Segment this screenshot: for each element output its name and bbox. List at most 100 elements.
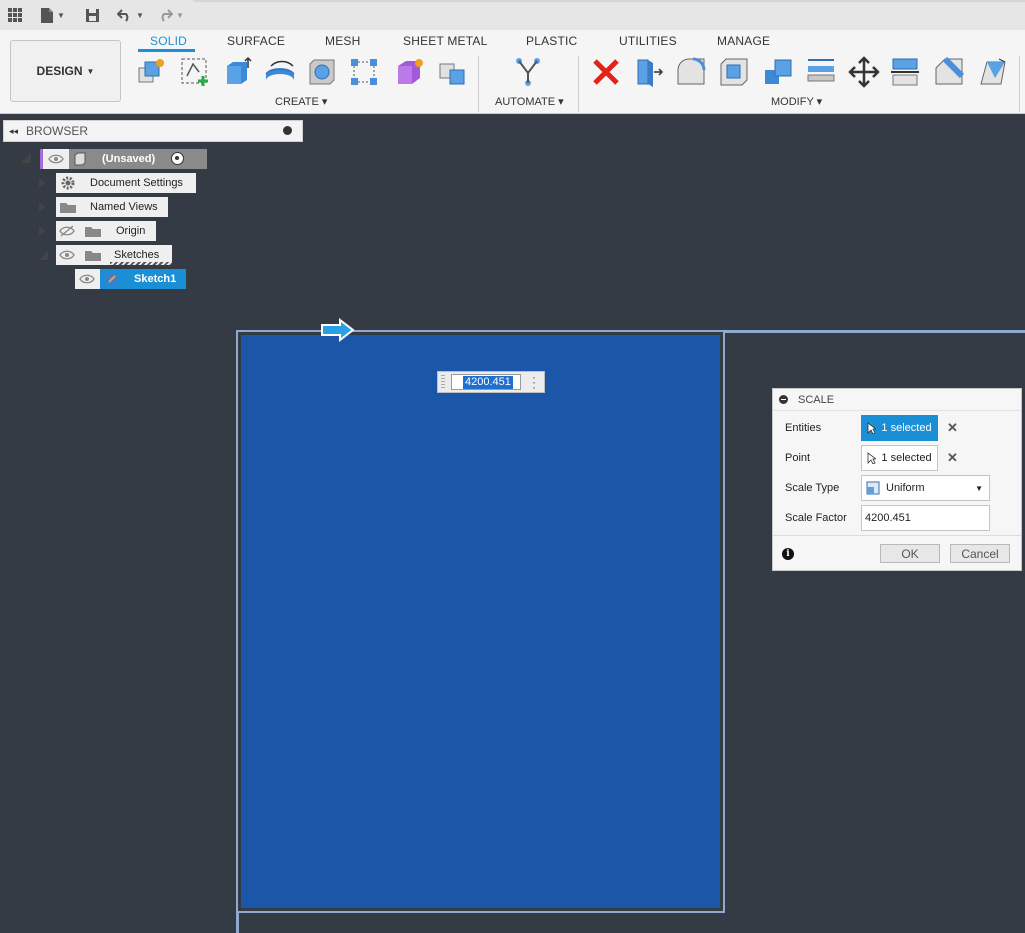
draft-button[interactable] (974, 54, 1012, 90)
revolve-icon (265, 60, 295, 80)
expand-triangle-icon[interactable] (39, 202, 46, 212)
undo-button[interactable]: ▼ (117, 4, 144, 26)
folder-icon (85, 251, 101, 261)
browser-item-named-views[interactable]: Named Views (56, 197, 168, 217)
file-menu-button[interactable]: ▼ (40, 4, 65, 26)
app-grid-icon[interactable] (7, 4, 23, 26)
sketch-profile[interactable] (241, 335, 720, 908)
tab-surface[interactable]: SURFACE (227, 34, 285, 48)
create-menu[interactable]: CREATE ▾ (275, 95, 327, 108)
scale-factor-label: Scale Factor (785, 512, 847, 524)
dialog-header: SCALE (773, 389, 1021, 411)
browser-item-sketches[interactable]: Sketches (56, 245, 172, 265)
scale-point-arrow-icon[interactable] (320, 318, 356, 342)
drag-handle-icon[interactable] (441, 375, 445, 389)
point-value: 1 selected (881, 452, 932, 464)
collapse-dialog-icon[interactable] (779, 395, 788, 404)
root-accent (40, 149, 43, 169)
eye-icon[interactable] (59, 249, 75, 261)
derive-button[interactable] (434, 54, 472, 90)
info-icon[interactable]: i (782, 548, 794, 560)
align-icon (891, 58, 919, 86)
press-pull-icon (637, 59, 664, 87)
chevron-down-icon: ▼ (136, 10, 144, 20)
tab-solid[interactable]: SOLID (150, 34, 187, 48)
automate-button[interactable] (509, 54, 547, 90)
automate-icon (516, 58, 540, 86)
group-separator (578, 56, 579, 112)
document-icon (74, 152, 86, 166)
panel-options-icon[interactable] (283, 126, 292, 135)
modify-menu[interactable]: MODIFY ▾ (771, 95, 822, 108)
root-label: (Unsaved) (102, 153, 156, 165)
collapse-panel-icon[interactable]: ◂◂ (9, 126, 18, 137)
tab-manage[interactable]: MANAGE (717, 34, 770, 48)
delete-icon (593, 59, 619, 85)
create-form-icon (398, 59, 423, 84)
save-icon (86, 8, 99, 22)
move-button[interactable] (845, 54, 883, 90)
browser-item-sketch1[interactable]: Sketch1 (75, 269, 186, 289)
create-form-button[interactable] (391, 54, 429, 90)
sketch-line[interactable] (236, 912, 239, 933)
shell-icon (720, 58, 748, 86)
shell-button[interactable] (715, 54, 753, 90)
entities-label: Entities (785, 422, 822, 434)
hatch-underline (110, 262, 172, 265)
chevron-down-icon: ▼ (57, 10, 65, 20)
ok-button[interactable]: OK (880, 544, 940, 563)
extrude-icon (227, 56, 252, 84)
eye-hidden-icon[interactable] (59, 225, 75, 237)
browser-item-label: Document Settings (90, 177, 183, 189)
browser-root-node[interactable]: (Unsaved) (40, 149, 207, 169)
entities-selector[interactable]: 1 selected (861, 415, 938, 441)
eye-icon[interactable] (79, 273, 95, 285)
extrude-button[interactable] (218, 54, 256, 90)
dimension-input-box: 4200.451 ··· (437, 371, 545, 393)
tab-plastic[interactable]: PLASTIC (526, 34, 577, 48)
scale-type-row: Scale Type Uniform ▼ (773, 474, 1021, 502)
file-icon (41, 7, 53, 23)
delete-button[interactable] (587, 54, 625, 90)
expand-triangle-icon[interactable] (39, 226, 46, 236)
scale-factor-input[interactable] (861, 505, 990, 531)
browser-item-document-settings[interactable]: Document Settings (56, 173, 196, 193)
more-options-icon[interactable]: · · · (532, 371, 536, 393)
eye-icon[interactable] (48, 153, 64, 165)
collapse-triangle-icon[interactable] (21, 153, 31, 163)
folder-icon (60, 203, 76, 213)
activate-radio-icon[interactable] (171, 152, 184, 165)
create-sketch-button[interactable] (176, 54, 214, 90)
fillet-button[interactable] (672, 54, 710, 90)
browser-item-label: Sketch1 (134, 273, 177, 285)
point-selector[interactable]: 1 selected (861, 445, 938, 471)
revolve-button[interactable] (261, 54, 299, 90)
press-pull-button[interactable] (629, 54, 667, 90)
chamfer-button[interactable] (930, 54, 968, 90)
clear-point-icon[interactable]: ✕ (947, 450, 958, 466)
browser-item-label: Named Views (90, 201, 158, 213)
cancel-button[interactable]: Cancel (950, 544, 1010, 563)
align-button[interactable] (886, 54, 924, 90)
new-component-icon (138, 59, 164, 83)
automate-menu[interactable]: AUTOMATE ▾ (495, 95, 564, 108)
workspace-switcher-button[interactable]: DESIGN ▼ (10, 40, 121, 102)
hole-button[interactable] (303, 54, 341, 90)
cursor-icon (868, 422, 877, 434)
expand-triangle-icon[interactable] (39, 178, 46, 188)
sketch-line[interactable] (723, 330, 1025, 333)
tab-utilities[interactable]: UTILITIES (619, 34, 677, 48)
combine-button[interactable] (759, 54, 797, 90)
dimension-input-selected-text: 4200.451 (463, 376, 513, 389)
redo-button[interactable]: ▼ (157, 4, 184, 26)
pattern-button[interactable] (345, 54, 383, 90)
save-button[interactable] (85, 4, 100, 26)
collapse-triangle-icon[interactable] (39, 251, 48, 260)
scale-type-dropdown[interactable]: Uniform ▼ (861, 475, 990, 501)
tab-sheet-metal[interactable]: SHEET METAL (403, 34, 487, 48)
new-component-button[interactable] (132, 54, 170, 90)
clear-entities-icon[interactable]: ✕ (947, 420, 958, 436)
tab-mesh[interactable]: MESH (325, 34, 360, 48)
browser-item-origin[interactable]: Origin (56, 221, 156, 241)
offset-face-button[interactable] (802, 54, 840, 90)
